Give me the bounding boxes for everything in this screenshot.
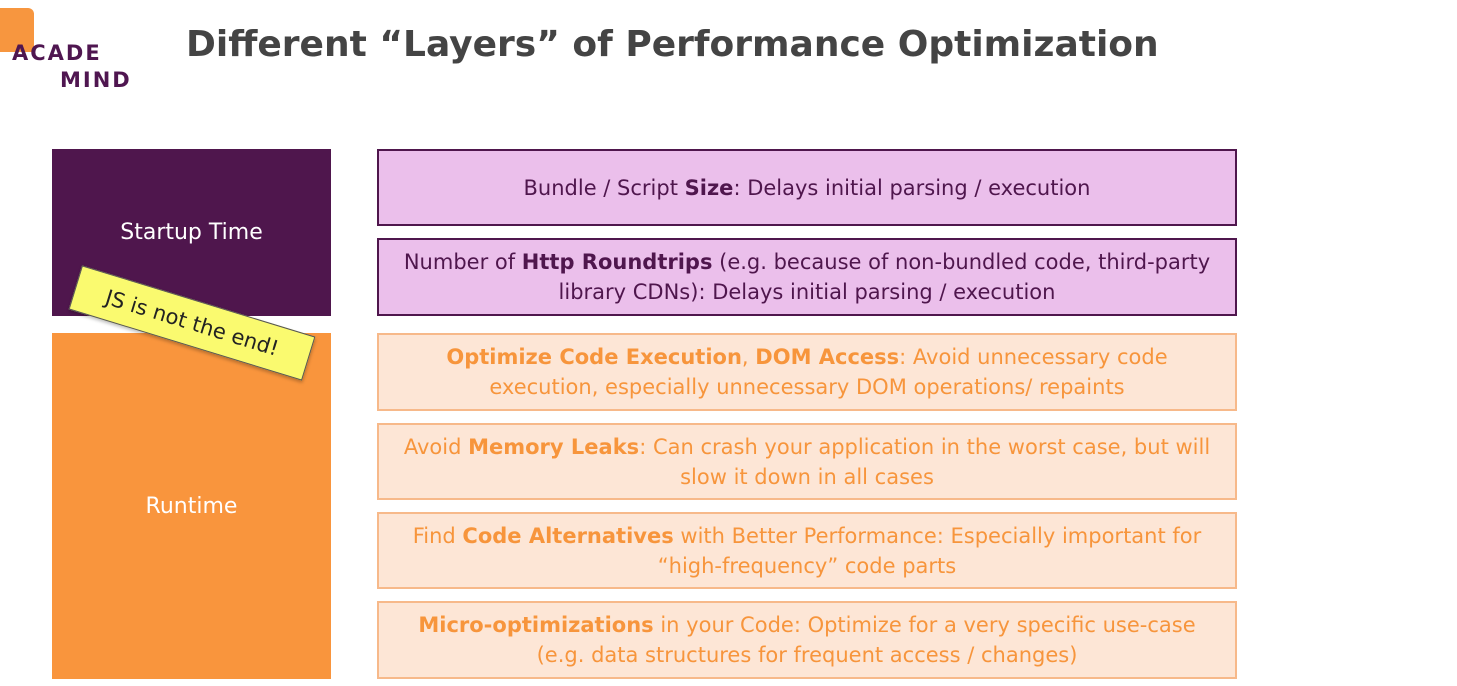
item-text: Bundle / Script Size: Delays initial par…	[523, 175, 1091, 200]
item-micro-optimizations: Micro-optimizations in your Code: Optimi…	[377, 601, 1237, 679]
logo-text-line1: ACADE	[12, 41, 102, 65]
item-code-alternatives: Find Code Alternatives with Better Perfo…	[377, 512, 1237, 589]
logo-text-line2: MIND	[60, 68, 132, 92]
slide-title: Different “Layers” of Performance Optimi…	[186, 24, 1159, 65]
item-text: Number of Http Roundtrips (e.g. because …	[403, 250, 1211, 304]
item-bundle-size: Bundle / Script Size: Delays initial par…	[377, 149, 1237, 226]
category-startup-label: Startup Time	[120, 220, 263, 245]
item-text: Micro-optimizations in your Code: Optimi…	[418, 613, 1196, 667]
category-runtime-label: Runtime	[145, 493, 238, 519]
item-memory-leaks: Avoid Memory Leaks: Can crash your appli…	[377, 423, 1237, 500]
item-code-execution: Optimize Code Execution, DOM Access: Avo…	[377, 333, 1237, 411]
item-text: Optimize Code Execution, DOM Access: Avo…	[446, 345, 1168, 399]
category-runtime: Runtime	[52, 333, 331, 679]
item-text: Avoid Memory Leaks: Can crash your appli…	[403, 434, 1211, 489]
item-http-roundtrips: Number of Http Roundtrips (e.g. because …	[377, 238, 1237, 316]
item-text: Find Code Alternatives with Better Perfo…	[412, 523, 1202, 578]
academind-logo: ACADE MIND	[0, 6, 140, 92]
